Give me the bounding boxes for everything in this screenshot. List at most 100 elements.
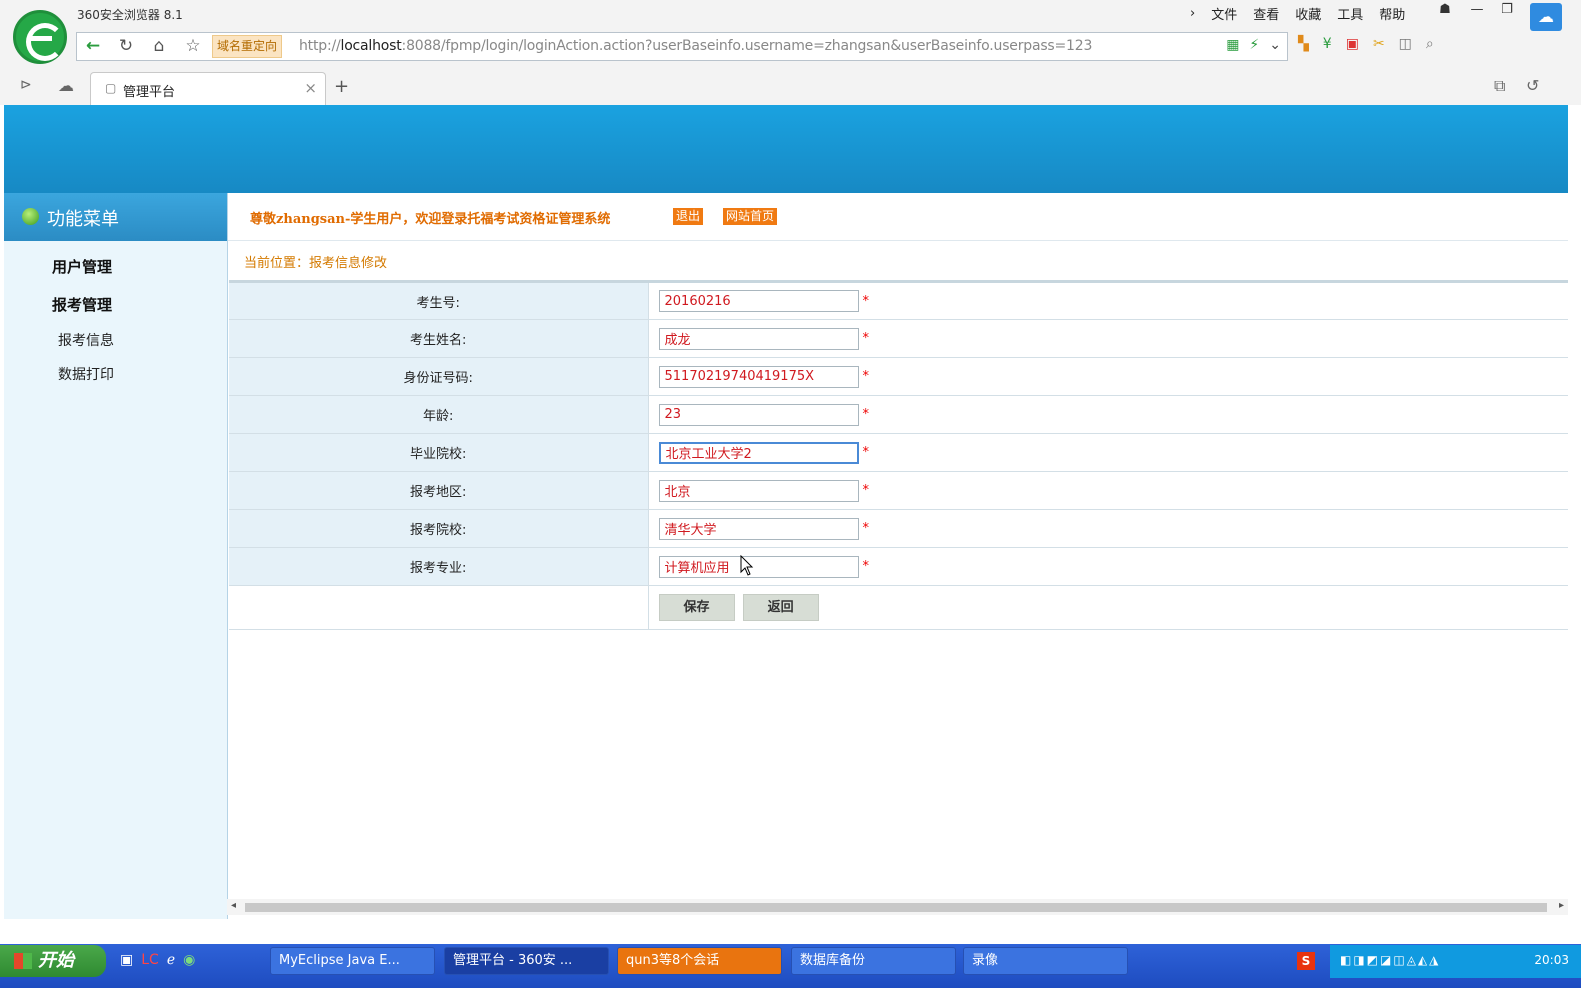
field-label: 年龄:: [229, 395, 649, 434]
home-icon[interactable]: ⌂: [143, 33, 175, 60]
lc-icon[interactable]: LC: [141, 952, 159, 968]
exam-region-field[interactable]: [658, 479, 859, 502]
url-input[interactable]: http://localhost:8088/fpmp/login/loginAc…: [299, 38, 1092, 54]
sidebar-toggle-icon[interactable]: ⊳: [20, 77, 32, 93]
task-myeclipse[interactable]: MyEclipse Java E...: [270, 947, 435, 975]
form-row: 报考院校: *: [229, 509, 1568, 548]
required-mark: *: [862, 331, 870, 346]
money-icon[interactable]: ¥: [1323, 36, 1332, 52]
maximize-icon[interactable]: ❐: [1496, 2, 1518, 22]
target-major-field[interactable]: [658, 555, 859, 578]
required-mark: *: [862, 445, 870, 460]
sidebar-item-data-print[interactable]: 数据打印: [58, 364, 114, 384]
sidebar: 功能菜单 用户管理 报考管理 报考信息 数据打印: [4, 193, 227, 919]
form-row: 毕业院校: *: [229, 433, 1568, 472]
task-db-backup[interactable]: 数据库备份: [791, 947, 956, 975]
cloud-sync-icon[interactable]: ☁: [1530, 3, 1562, 31]
required-mark: *: [862, 559, 870, 574]
tray-icons[interactable]: ◧◨◩◪◫◬◭◮: [1340, 953, 1440, 967]
url-host: localhost: [340, 38, 402, 54]
minimize-icon[interactable]: —: [1466, 2, 1488, 22]
lightning-icon[interactable]: ⚡: [1249, 37, 1259, 53]
taskbar: 开始 ▣ LC ℯ ◉ MyEclipse Java E... 管理平台 - 3…: [0, 944, 1581, 988]
skin-icon[interactable]: ☗: [1434, 2, 1456, 22]
sidebar-group-user-management[interactable]: 用户管理: [52, 256, 112, 277]
target-school-field[interactable]: [658, 517, 859, 540]
url-path: :8088/fpmp/login/loginAction.action?user…: [401, 38, 1093, 54]
ie-icon[interactable]: ℯ: [167, 952, 175, 968]
back-arrow-icon[interactable]: ←: [77, 33, 109, 60]
new-tab-button[interactable]: +: [334, 76, 349, 97]
field-cell: *: [648, 433, 1568, 472]
quick-launch: ▣ LC ℯ ◉: [120, 952, 195, 968]
candidate-id-field[interactable]: [658, 290, 859, 312]
save-button[interactable]: 保存: [658, 594, 735, 621]
empty-label-cell: [229, 585, 649, 630]
task-qq-chat[interactable]: qun3等8个会话: [617, 947, 782, 975]
sogou-input-icon[interactable]: S: [1297, 952, 1315, 970]
field-cell: *: [648, 509, 1568, 548]
browser-360-icon[interactable]: ◉: [183, 952, 195, 968]
game-icon[interactable]: ◫: [1399, 36, 1412, 52]
restore-tabs-icon[interactable]: ⧉: [1494, 76, 1505, 96]
scrollbar-thumb[interactable]: [245, 903, 1547, 912]
site-header-banner: [4, 105, 1568, 193]
required-mark: *: [862, 521, 870, 536]
menu-view[interactable]: 查看: [1253, 4, 1279, 23]
scroll-right-icon[interactable]: ▸: [1559, 900, 1564, 911]
close-icon[interactable]: ×: [304, 79, 317, 97]
sidebar-header: 功能菜单: [4, 193, 227, 241]
graduate-school-field[interactable]: [658, 441, 859, 464]
candidate-name-field[interactable]: [658, 327, 859, 350]
scroll-left-icon[interactable]: ◂: [231, 900, 236, 911]
field-cell: *: [648, 471, 1568, 510]
age-field[interactable]: [658, 403, 859, 426]
site-home-button[interactable]: 网站首页: [723, 208, 778, 225]
menu-favorites[interactable]: 收藏: [1295, 4, 1321, 23]
pdf-icon[interactable]: ▣: [1346, 36, 1359, 52]
menu-tools[interactable]: 工具: [1337, 4, 1363, 23]
zoom-icon[interactable]: ⌕: [1426, 36, 1434, 52]
form-row: 报考地区: *: [229, 471, 1568, 510]
form-row: 考生姓名: *: [229, 319, 1568, 358]
refresh-icon[interactable]: ↻: [110, 33, 142, 60]
desktop-icon[interactable]: ▣: [120, 952, 133, 968]
menu-help[interactable]: 帮助: [1379, 4, 1405, 23]
chevron-down-icon[interactable]: ⌄: [1269, 37, 1281, 53]
required-mark: *: [862, 369, 870, 384]
breadcrumb: 当前位置：报考信息修改: [244, 256, 388, 271]
button-row: 保存 返回: [229, 585, 1568, 630]
required-mark: *: [862, 293, 870, 309]
menu-expand-icon[interactable]: ›: [1190, 6, 1195, 21]
cloud-icon[interactable]: ☁: [58, 76, 74, 95]
menu-file[interactable]: 文件: [1211, 4, 1237, 23]
task-recording[interactable]: 录像: [963, 947, 1128, 975]
start-button[interactable]: 开始: [0, 945, 106, 977]
field-label: 报考院校:: [229, 509, 649, 548]
qr-code-icon[interactable]: ▦: [1226, 37, 1239, 53]
tab-management-platform[interactable]: ▢ 管理平台 ×: [90, 72, 326, 105]
star-icon[interactable]: ☆: [177, 33, 209, 60]
tab-title: 管理平台: [123, 85, 176, 100]
sidebar-group-exam-management[interactable]: 报考管理: [52, 294, 112, 315]
url-prefix: http://: [299, 38, 341, 54]
sidebar-item-exam-info[interactable]: 报考信息: [58, 330, 114, 350]
browser-chrome: 360安全浏览器 8.1 › 文件 查看 收藏 工具 帮助 ☗ — ❐ ☁ ← …: [0, 0, 1581, 105]
id-card-field[interactable]: [658, 365, 859, 388]
undo-close-icon[interactable]: ↺: [1526, 76, 1539, 95]
horizontal-scrollbar[interactable]: ◂ ▸: [227, 899, 1568, 915]
form-row: 身份证号码: *: [229, 357, 1568, 396]
required-mark: *: [862, 407, 870, 422]
logout-button[interactable]: 退出: [673, 208, 704, 225]
field-label: 毕业院校:: [229, 433, 649, 472]
browser-title: 360安全浏览器 8.1: [77, 8, 183, 22]
apps-icon[interactable]: ▚: [1298, 36, 1309, 52]
back-button[interactable]: 返回: [742, 594, 819, 621]
task-management-platform[interactable]: 管理平台 - 360安 ...: [444, 947, 609, 975]
field-cell: *: [648, 357, 1568, 396]
field-cell: *: [648, 319, 1568, 358]
redirect-badge[interactable]: 域名重定向: [212, 35, 283, 58]
windows-flag-icon: [14, 953, 32, 969]
screenshot-icon[interactable]: ✂: [1373, 36, 1385, 52]
browser-menu: › 文件 查看 收藏 工具 帮助: [1190, 3, 1421, 23]
